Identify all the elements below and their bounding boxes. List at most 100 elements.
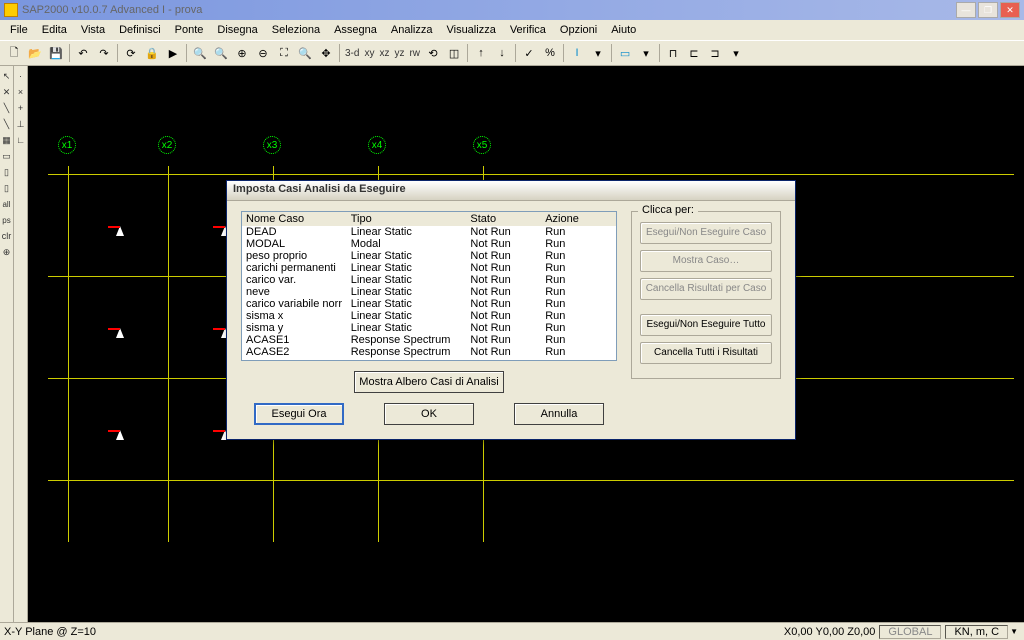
table-row[interactable]: carico variabile norrLinear StaticNot Ru… xyxy=(242,298,616,310)
menu-display[interactable]: Visualizza xyxy=(440,22,501,38)
zoomfit-icon[interactable]: ⛶ xyxy=(274,43,294,63)
menu-analyze[interactable]: Analizza xyxy=(385,22,439,38)
table-row[interactable]: MODALModalNot RunRun xyxy=(242,238,616,250)
pan-icon[interactable]: ✥ xyxy=(316,43,336,63)
menu-file[interactable]: File xyxy=(4,22,34,38)
menu-select[interactable]: Seleziona xyxy=(266,22,326,38)
all-icon[interactable]: all xyxy=(1,198,13,210)
show-tree-button[interactable]: Mostra Albero Casi di Analisi xyxy=(354,371,504,393)
run-norun-all-button[interactable]: Esegui/Non Eseguire Tutto xyxy=(640,314,772,336)
menu-assign[interactable]: Assegna xyxy=(328,22,383,38)
rect-icon[interactable]: ▭ xyxy=(1,150,13,162)
view-rw-button[interactable]: rw xyxy=(407,48,422,59)
clr-icon[interactable]: clr xyxy=(1,230,13,242)
new-icon[interactable]: 🗋 xyxy=(4,43,24,63)
status-coord-system[interactable]: GLOBAL xyxy=(879,625,941,639)
rect2-icon[interactable]: ▯ xyxy=(1,166,13,178)
main-toolbar: 🗋 📂 💾 ↶ ↷ ⟳ 🔒 ▶ 🔍 🔍 ⊕ ⊖ ⛶ 🔍 ✥ 3-d xy xz … xyxy=(0,40,1024,66)
dropdown2-icon[interactable]: ▾ xyxy=(636,43,656,63)
zoomin-icon[interactable]: ⊕ xyxy=(232,43,252,63)
menu-options[interactable]: Opzioni xyxy=(554,22,603,38)
ibeam-icon[interactable]: I xyxy=(567,43,587,63)
show-case-button[interactable]: Mostra Caso… xyxy=(640,250,772,272)
menu-view[interactable]: Vista xyxy=(75,22,111,38)
table-row[interactable]: ACASE2Response SpectrumNot RunRun xyxy=(242,346,616,358)
ok-button[interactable]: OK xyxy=(384,403,474,425)
axis-marker xyxy=(108,420,128,440)
table-row[interactable]: ACASE1Response SpectrumNot RunRun xyxy=(242,334,616,346)
save-icon[interactable]: 💾 xyxy=(46,43,66,63)
pointer-icon[interactable]: ↖ xyxy=(1,70,13,82)
table-row[interactable]: carico var.Linear StaticNot RunRun xyxy=(242,274,616,286)
view-3d-button[interactable]: 3-d xyxy=(343,48,361,59)
down-icon[interactable]: ↓ xyxy=(492,43,512,63)
units-dropdown-icon[interactable]: ▼ xyxy=(1008,627,1020,636)
snap3-icon[interactable]: + xyxy=(15,102,27,114)
table-row[interactable]: peso proprioLinear StaticNot RunRun xyxy=(242,250,616,262)
check-icon[interactable]: ✓ xyxy=(519,43,539,63)
dropdown1-icon[interactable]: ▾ xyxy=(588,43,608,63)
ps-icon[interactable]: ps xyxy=(1,214,13,226)
cancel-button[interactable]: Annulla xyxy=(514,403,604,425)
table-row[interactable]: sisma yLinear StaticNot RunRun xyxy=(242,322,616,334)
run-norun-case-button[interactable]: Esegui/Non Eseguire Caso xyxy=(640,222,772,244)
open-icon[interactable]: 📂 xyxy=(25,43,45,63)
col-type: Tipo xyxy=(347,212,467,226)
col-status: Stato xyxy=(466,212,541,226)
view-xy-button[interactable]: xy xyxy=(362,48,376,59)
menu-bar: File Edita Vista Definisci Ponte Disegna… xyxy=(0,20,1024,40)
run-now-button[interactable]: Esegui Ora xyxy=(254,403,344,425)
view-yz-button[interactable]: yz xyxy=(392,48,406,59)
menu-draw[interactable]: Disegna xyxy=(211,22,263,38)
refresh-icon[interactable]: ⟳ xyxy=(121,43,141,63)
table-row[interactable]: neveLinear StaticNot RunRun xyxy=(242,286,616,298)
menu-check[interactable]: Verifica xyxy=(504,22,552,38)
menu-help[interactable]: Aiuto xyxy=(605,22,642,38)
rect3-icon[interactable]: ▯ xyxy=(1,182,13,194)
tool-b-icon[interactable]: ⊏ xyxy=(684,43,704,63)
zoomprev-icon[interactable]: 🔍 xyxy=(295,43,315,63)
redo-icon[interactable]: ↷ xyxy=(94,43,114,63)
tool-d-icon[interactable]: ▾ xyxy=(726,43,746,63)
table-row[interactable]: carichi permanentiLinear StaticNot RunRu… xyxy=(242,262,616,274)
snap5-icon[interactable]: ∟ xyxy=(15,134,27,146)
view-xz-button[interactable]: xz xyxy=(377,48,391,59)
zoomout-icon[interactable]: ⊖ xyxy=(253,43,273,63)
snap2-icon[interactable]: × xyxy=(15,86,27,98)
percent-icon[interactable]: % xyxy=(540,43,560,63)
delete-results-case-button[interactable]: Cancella Risultati per Caso xyxy=(640,278,772,300)
snap4-icon[interactable]: ⊥ xyxy=(15,118,27,130)
table-row[interactable]: DEADLinear StaticNot RunRun xyxy=(242,226,616,238)
line2-icon[interactable]: ╲ xyxy=(1,118,13,130)
lock-icon[interactable]: 🔒 xyxy=(142,43,162,63)
grid-label-x5: x5 xyxy=(473,136,491,154)
snap1-icon[interactable]: · xyxy=(15,70,27,82)
menu-bridge[interactable]: Ponte xyxy=(169,22,210,38)
minimize-button[interactable]: — xyxy=(956,2,976,18)
status-coords: X0,00 Y0,00 Z0,00 xyxy=(784,626,876,638)
zoom2-icon[interactable]: 🔍 xyxy=(211,43,231,63)
rotate-icon[interactable]: ⟲ xyxy=(423,43,443,63)
status-units[interactable]: KN, m, C xyxy=(945,625,1008,639)
menu-define[interactable]: Definisci xyxy=(113,22,167,38)
maximize-button[interactable]: ❐ xyxy=(978,2,998,18)
tool-a-icon[interactable]: ⊓ xyxy=(663,43,683,63)
menu-edit[interactable]: Edita xyxy=(36,22,73,38)
shell-icon[interactable]: ▭ xyxy=(615,43,635,63)
table-row[interactable]: sisma xLinear StaticNot RunRun xyxy=(242,310,616,322)
perspective-icon[interactable]: ◫ xyxy=(444,43,464,63)
grid-icon[interactable]: ▦ xyxy=(1,134,13,146)
col-name: Nome Caso xyxy=(242,212,347,226)
run-icon[interactable]: ▶ xyxy=(163,43,183,63)
delete-all-results-button[interactable]: Cancella Tutti i Risultati xyxy=(640,342,772,364)
app-icon xyxy=(4,3,18,17)
int-icon[interactable]: ⊕ xyxy=(1,246,13,258)
cross-icon[interactable]: ✕ xyxy=(1,86,13,98)
line-icon[interactable]: ╲ xyxy=(1,102,13,114)
close-button[interactable]: ✕ xyxy=(1000,2,1020,18)
undo-icon[interactable]: ↶ xyxy=(73,43,93,63)
up-icon[interactable]: ↑ xyxy=(471,43,491,63)
tool-c-icon[interactable]: ⊐ xyxy=(705,43,725,63)
analysis-cases-list[interactable]: Nome Caso Tipo Stato Azione DEADLinear S… xyxy=(241,211,617,361)
zoom1-icon[interactable]: 🔍 xyxy=(190,43,210,63)
